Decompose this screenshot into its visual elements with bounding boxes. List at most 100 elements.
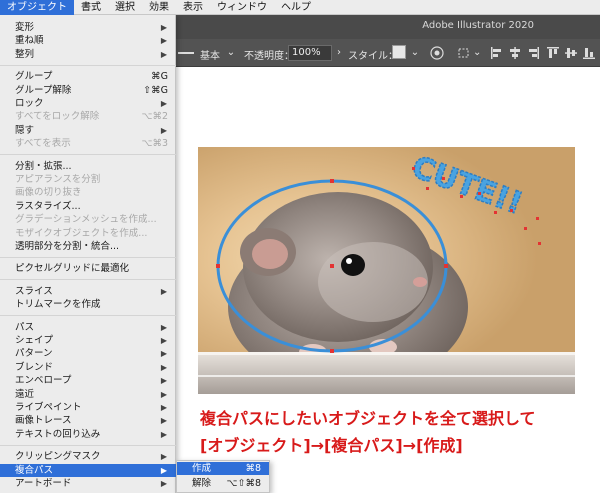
menu-select[interactable]: 選択 — [108, 0, 142, 15]
menu-item[interactable]: 隠す ▶ — [0, 124, 176, 137]
cute-text-artwork: CUTE!! — [407, 149, 528, 223]
menu-item-label: 整列 — [15, 48, 35, 60]
menu-item-label: ラスタライズ... — [15, 200, 81, 212]
menu-item[interactable]: ロック ▶ — [0, 97, 176, 110]
compound-path-submenu: 作成 ⌘8 解除 ⌥⇧⌘8 — [176, 460, 270, 493]
menu-item[interactable]: パターン ▶ — [0, 347, 176, 360]
menu-item[interactable]: グループ解除 ⇧⌘G — [0, 84, 176, 97]
menu-item[interactable]: グループ ⌘G — [0, 70, 176, 83]
menu-item[interactable]: エンベロープ ▶ — [0, 374, 176, 387]
submenu-arrow-icon: ▶ — [160, 403, 167, 412]
menu-window[interactable]: ウィンドウ — [210, 0, 274, 15]
menu-item[interactable]: 透明部分を分割・統合... — [0, 240, 176, 253]
menu-item[interactable]: アートボード ▶ — [0, 477, 176, 490]
submenu-arrow-icon: ▶ — [160, 389, 167, 399]
submenu-arrow-icon: ▶ — [160, 465, 167, 475]
menu-item-label: エンベロープ — [15, 375, 72, 387]
menu-item-label: 変形 — [15, 22, 35, 33]
svg-text:CUTE!!: CUTE!! — [407, 150, 527, 222]
menu-item-label: アートボード — [15, 478, 72, 489]
menu-item[interactable]: ライブペイント ▶ — [0, 401, 176, 414]
menu-help[interactable]: ヘルプ — [274, 0, 318, 15]
menu-item[interactable]: テキストの回り込み ▶ — [0, 428, 176, 441]
recolor-artwork-icon[interactable] — [430, 46, 444, 60]
object-menu: 変形 ▶ 重ね順 ▶ 整列 ▶ グループ ⌘G グループ解除 ⇧⌘G ロック ▶ すべてをロック解除 ⌥⌘… — [0, 15, 176, 493]
menu-separator — [0, 256, 176, 258]
menu-separator — [0, 154, 176, 156]
menu-item[interactable]: シェイプ ▶ — [0, 334, 176, 347]
app-title: Adobe Illustrator 2020 — [422, 20, 534, 31]
hamster-photo[interactable]: CUTE!! — [198, 147, 575, 394]
stroke-profile[interactable]: 基本 — [200, 47, 220, 62]
opacity-input[interactable]: 100% — [288, 45, 332, 61]
menu-item[interactable]: 変形 ▶ — [0, 21, 176, 34]
menu-view[interactable]: 表示 — [176, 0, 210, 15]
align-to-dropdown-icon[interactable]: ⌄ — [473, 45, 481, 61]
menu-item[interactable]: 分割・拡張... — [0, 160, 176, 173]
menu-item-label: 重ね順 — [15, 35, 44, 47]
menu-item-label: トリムマークを作成 — [15, 299, 101, 311]
instruction-caption-line2: [オブジェクト]→[複合パス]→[作成] — [200, 436, 463, 455]
menu-item-label: パス — [15, 321, 35, 333]
menu-item[interactable]: クリッピングマスク ▶ — [0, 450, 176, 463]
submenu-arrow-icon: ▶ — [160, 49, 167, 59]
menu-item-label: グループ解除 — [15, 84, 72, 96]
stroke-profile-dropdown-icon[interactable]: ⌄ — [226, 45, 236, 61]
menu-item-label: すべてをロック解除 — [15, 111, 100, 123]
menu-item-label: パターン — [15, 348, 53, 360]
submenu-arrow-icon: ▶ — [160, 349, 167, 359]
align-vertical-center-icon[interactable] — [564, 46, 578, 60]
menu-item-label: 複合パス — [15, 464, 54, 476]
align-horizontal-center-icon[interactable] — [508, 46, 522, 60]
menu-item[interactable]: 重ね順 ▶ — [0, 34, 176, 47]
submenu-arrow-icon: ▶ — [160, 99, 167, 108]
style-dropdown-icon[interactable]: ⌄ — [410, 45, 420, 61]
menu-item[interactable]: スライス ▶ — [0, 285, 176, 298]
align-right-icon[interactable] — [526, 46, 540, 60]
menu-object[interactable]: オブジェクト — [0, 0, 74, 15]
submenu-item-label: 作成 — [192, 463, 212, 474]
menu-item[interactable]: 整列 ▶ — [0, 48, 176, 61]
menu-item-label: クリッピングマスク — [15, 451, 101, 463]
instruction-caption-line1: 複合パスにしたいオブジェクトを全て選択して — [200, 409, 536, 428]
menu-item[interactable]: トリムマークを作成 — [0, 298, 176, 311]
menu-item[interactable]: ピクセルグリッドに最適化 — [0, 262, 176, 275]
submenu-arrow-icon: ▶ — [160, 452, 167, 462]
menu-item-label: グループ — [15, 71, 53, 83]
submenu-item-shortcut: ⌥⇧⌘8 — [226, 478, 261, 489]
submenu-item-shortcut: ⌘8 — [245, 463, 261, 474]
menu-item-shortcut: ⌥⌘2 — [141, 111, 169, 123]
menu-item-label: 画像の切り抜き — [15, 187, 82, 199]
menu-item[interactable]: パス ▶ — [0, 321, 176, 334]
menu-item[interactable]: ラスタライズ... — [0, 200, 176, 213]
menu-item: アピアランスを分割 — [0, 173, 176, 186]
align-bottom-icon[interactable] — [582, 46, 596, 60]
align-to-selection-icon[interactable] — [458, 46, 472, 60]
menu-item-label: 分割・拡張... — [15, 160, 72, 172]
align-top-icon[interactable] — [546, 46, 560, 60]
menu-item-label: スライス — [15, 285, 53, 297]
menu-item: すべてを表示 ⌥⌘3 — [0, 137, 176, 150]
menu-item[interactable]: 遠近 ▶ — [0, 388, 176, 401]
stroke-preview-icon — [178, 52, 194, 54]
compound-path-make-item[interactable]: 作成 ⌘8 — [177, 462, 269, 475]
menu-item-label: テキストの回り込み — [15, 428, 101, 440]
menu-separator — [0, 64, 176, 66]
menu-item[interactable]: ブレンド ▶ — [0, 361, 176, 374]
menu-item-label: グラデーションメッシュを作成... — [15, 214, 157, 226]
menu-item[interactable]: 画像トレース ▶ — [0, 414, 176, 427]
menu-bar: オブジェクト 書式 選択 効果 表示 ウィンドウ ヘルプ — [0, 0, 600, 15]
submenu-arrow-icon: ▶ — [160, 416, 167, 426]
submenu-arrow-icon: ▶ — [160, 125, 167, 135]
menu-separator — [0, 279, 176, 281]
submenu-item-label: 解除 — [192, 478, 212, 489]
opacity-chevron-icon[interactable]: › — [334, 45, 344, 61]
menu-type[interactable]: 書式 — [74, 0, 108, 15]
menu-item-label: 透明部分を分割・統合... — [15, 241, 120, 252]
align-left-icon[interactable] — [490, 46, 504, 60]
compound-path-release-item[interactable]: 解除 ⌥⇧⌘8 — [177, 477, 269, 490]
graphic-style-swatch[interactable] — [392, 45, 406, 59]
menu-item[interactable]: 複合パス ▶ — [0, 463, 176, 477]
menu-item: モザイクオブジェクトを作成... — [0, 227, 176, 240]
menu-effect[interactable]: 効果 — [142, 0, 176, 15]
